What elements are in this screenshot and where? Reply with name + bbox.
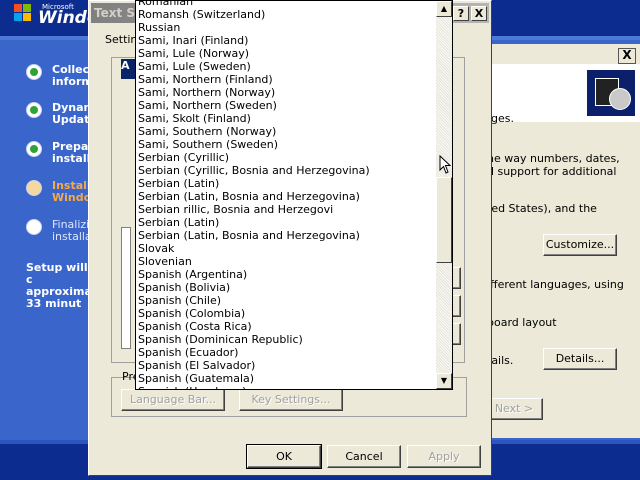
language-list-item[interactable]: Serbian (Latin) <box>138 216 219 229</box>
regional-options-dialog: X ges. he way numbers, dates, d support … <box>484 44 640 438</box>
language-list-item[interactable]: Spanish (Honduras) <box>138 385 246 389</box>
language-list-item[interactable]: Slovenian <box>138 255 192 268</box>
close-icon[interactable]: X <box>471 6 487 21</box>
language-list-item[interactable]: Serbian (Cyrillic, Bosnia and Herzegovin… <box>138 164 370 177</box>
dropdown-scrollbar[interactable]: ▲ ▼ <box>436 1 452 389</box>
language-list-item[interactable]: Serbian (Latin, Bosnia and Herzegovina) <box>138 190 360 203</box>
language-list-item[interactable]: Serbian rillic, Bosnia and Herzegovi <box>138 203 333 216</box>
language-list-item[interactable]: Spanish (Argentina) <box>138 268 247 281</box>
mouse-pointer-icon <box>439 155 451 174</box>
details-button[interactable]: Details... <box>543 348 617 370</box>
language-list-item[interactable]: Romanian <box>138 1 193 8</box>
language-list-item[interactable]: Sami, Inari (Finland) <box>138 34 248 47</box>
language-bar-button[interactable]: Language Bar... <box>121 389 225 411</box>
language-list-item[interactable]: Spanish (Ecuador) <box>138 346 238 359</box>
key-settings-button[interactable]: Key Settings... <box>239 389 343 411</box>
scroll-down-icon[interactable]: ▼ <box>436 373 452 389</box>
language-list-item[interactable]: Spanish (Dominican Republic) <box>138 333 303 346</box>
regional-text-line: ted States), and the <box>487 202 597 215</box>
language-list-item[interactable]: Spanish (Bolivia) <box>138 281 230 294</box>
step-current-icon <box>26 180 42 196</box>
scrollbar-thumb[interactable] <box>436 177 452 263</box>
language-list-item[interactable]: Sami, Northern (Sweden) <box>138 99 277 112</box>
step-complete-icon <box>26 64 42 80</box>
installed-services-list[interactable] <box>121 227 131 349</box>
input-language-dropdown-list[interactable]: Romanian Romansh (Switzerland) Russian Sami… <box>135 0 453 390</box>
close-icon[interactable]: X <box>618 48 636 64</box>
language-list-item[interactable]: Sami, Skolt (Finland) <box>138 112 251 125</box>
regional-text-line: board layout <box>487 316 557 329</box>
language-list-item[interactable]: Serbian (Latin, Bosnia and Herzegovina) <box>138 229 360 242</box>
cancel-button[interactable]: Cancel <box>327 445 401 468</box>
language-list-item[interactable]: Sami, Lule (Sweden) <box>138 60 251 73</box>
step-complete-icon <box>26 102 42 118</box>
windows-flag-icon <box>14 4 32 22</box>
language-list-item[interactable]: Spanish (Chile) <box>138 294 221 307</box>
regional-text-line: he way numbers, dates, <box>487 152 620 165</box>
next-button[interactable]: Next > <box>485 398 543 420</box>
customize-button[interactable]: Customize... <box>543 234 617 256</box>
cd-box-icon <box>587 70 635 116</box>
language-list-item[interactable]: Sami, Southern (Norway) <box>138 125 276 138</box>
language-list-item[interactable]: Romansh (Switzerland) <box>138 8 265 21</box>
language-list-item[interactable]: Sami, Northern (Norway) <box>138 86 275 99</box>
step-pending-icon <box>26 219 42 235</box>
language-list-item[interactable]: Sami, Northern (Finland) <box>138 73 273 86</box>
language-list-item[interactable]: Spanish (Colombia) <box>138 307 245 320</box>
language-list-item[interactable]: Serbian (Cyrillic) <box>138 151 229 164</box>
apply-button[interactable]: Apply <box>407 445 481 468</box>
regional-banner: ges. <box>485 64 640 125</box>
language-list-item[interactable]: Sami, Lule (Norway) <box>138 47 249 60</box>
language-list-item[interactable]: Spanish (Costa Rica) <box>138 320 252 333</box>
banner-text: ges. <box>491 112 514 125</box>
language-list-item[interactable]: Russian <box>138 21 180 34</box>
setup-time-remaining: Setup will c approximat 33 minut <box>26 261 98 310</box>
help-icon[interactable]: ? <box>453 6 469 21</box>
step-complete-icon <box>26 141 42 157</box>
language-list-item[interactable]: Serbian (Latin) <box>138 177 219 190</box>
language-list-item[interactable]: Spanish (Guatemala) <box>138 372 254 385</box>
regional-text-line: d support for additional <box>487 165 617 178</box>
language-list-item[interactable]: Sami, Southern (Sweden) <box>138 138 278 151</box>
ok-button[interactable]: OK <box>246 444 322 469</box>
language-list-item[interactable]: Slovak <box>138 242 174 255</box>
regional-text-line: ifferent languages, using <box>487 278 624 291</box>
scroll-up-icon[interactable]: ▲ <box>436 1 452 17</box>
language-list-item[interactable]: Spanish (El Salvador) <box>138 359 255 372</box>
